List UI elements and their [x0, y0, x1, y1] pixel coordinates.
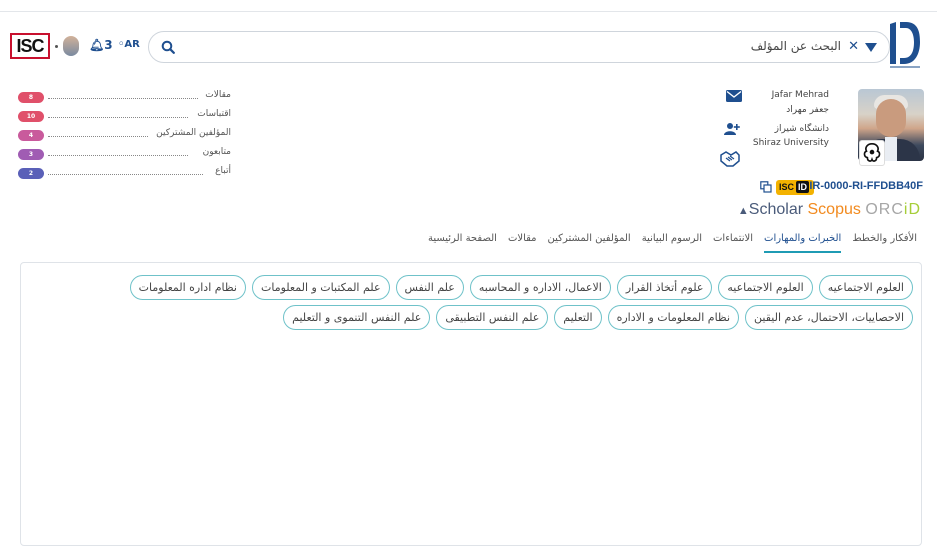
author-search-bar[interactable]: البحث عن المؤلف ✕	[148, 31, 890, 63]
google-scholar-link[interactable]: ▲Scholar	[738, 201, 803, 218]
photo-face	[876, 99, 906, 137]
isc-id-badge: ISC ID	[776, 180, 814, 195]
separator-dot	[55, 45, 58, 48]
stat-followers[interactable]: 3 متابعون	[18, 147, 233, 166]
tab-coauthors[interactable]: المؤلفين المشتركين	[548, 233, 631, 253]
close-icon[interactable]: ✕	[848, 39, 859, 54]
copy-icon[interactable]	[760, 181, 772, 193]
stat-citations[interactable]: 10 اقتباسات	[18, 109, 233, 128]
search-placeholder[interactable]: البحث عن المؤلف	[751, 39, 841, 53]
skill-chip[interactable]: علم النفس التنموى و التعليم	[283, 305, 431, 330]
skill-chip[interactable]: التعليم	[554, 305, 602, 330]
tab-home[interactable]: الصفحة الرئيسية	[428, 233, 497, 253]
stat-count: 10	[18, 111, 44, 122]
profile-tabs: الصفحة الرئيسية مقالات المؤلفين المشتركي…	[428, 233, 917, 253]
stat-label: أتباع	[215, 166, 231, 176]
leader-line	[48, 136, 148, 137]
graduation-cap-icon: ▲	[737, 205, 749, 217]
follow-user-icon[interactable]	[724, 122, 740, 136]
photo-shirt	[885, 137, 897, 161]
leader-line	[48, 174, 203, 175]
skill-chip[interactable]: علم المكتبات و المعلومات	[252, 275, 390, 300]
university-logo	[859, 140, 885, 166]
skill-chip[interactable]: نظام المعلومات و الاداره	[607, 305, 740, 330]
orcid-id-mark: iD	[903, 201, 921, 218]
skills-list: العلوم الاجتماعيه العلوم الاجتماعيه علوم…	[113, 275, 913, 330]
skill-chip[interactable]: علم النفس	[395, 275, 464, 300]
stat-coauthors[interactable]: 4 المؤلفين المشتركين	[18, 128, 233, 147]
tab-ideas[interactable]: الأفكار والخطط	[852, 233, 917, 253]
orcid-link[interactable]: ORCiD	[865, 201, 921, 218]
stat-following[interactable]: 2 أتباع	[18, 166, 233, 185]
isc-id-value[interactable]: IR-0000-RI-FFDBB40F	[809, 180, 923, 192]
filter-dropdown-icon[interactable]	[865, 43, 877, 52]
orcid-label: ORC	[865, 201, 904, 218]
skill-chip[interactable]: العلوم الاجتماعيه	[818, 275, 913, 300]
notification-count: 3	[104, 38, 113, 52]
leader-line	[48, 117, 188, 118]
leader-line	[48, 155, 188, 156]
university-name-fa: دانشگاه شیراز	[774, 124, 829, 134]
stat-label: متابعون	[202, 147, 231, 157]
author-name-en: Jafar Mehrad	[771, 90, 829, 100]
stat-count: 3	[18, 149, 44, 160]
isc-badge-text: ISC	[779, 182, 795, 192]
skill-chip[interactable]: الاعمال، الاداره و المحاسبه	[469, 275, 611, 300]
stat-count: 4	[18, 130, 44, 141]
tab-charts[interactable]: الرسوم البيانية	[642, 233, 702, 253]
scholar-label: Scholar	[748, 201, 804, 218]
user-avatar[interactable]	[63, 36, 79, 56]
university-name-en: Shiraz University	[752, 138, 829, 148]
skills-panel: العلوم الاجتماعيه العلوم الاجتماعيه علوم…	[20, 262, 922, 546]
stat-label: المؤلفين المشتركين	[156, 128, 231, 138]
site-logo[interactable]	[887, 20, 923, 70]
stat-count: 2	[18, 168, 44, 179]
external-profiles: ▲Scholar Scopus ORCiD	[738, 201, 921, 219]
isc-id-row: IR-0000-RI-FFDBB40F	[809, 180, 923, 196]
skill-chip[interactable]: علوم أتخاذ القرار	[616, 275, 713, 300]
skill-chip[interactable]: العلوم الاجتماعيه	[718, 275, 813, 300]
stat-count: 8	[18, 92, 44, 103]
handshake-icon[interactable]	[719, 149, 741, 169]
stat-label: اقتباسات	[197, 109, 231, 119]
isc-badge-id: ID	[796, 181, 810, 193]
scopus-link[interactable]: Scopus	[808, 201, 861, 218]
author-stats: 8 مقالات 10 اقتباسات 4 المؤلفين المشتركي…	[18, 90, 233, 185]
tab-skills[interactable]: الخبرات والمهارات	[764, 233, 842, 253]
language-switch[interactable]: ◦AR	[118, 39, 140, 50]
bell-icon: 🔔︎	[89, 38, 105, 52]
author-name-fa: جعفر مهراد	[786, 105, 829, 115]
email-icon[interactable]	[726, 90, 742, 102]
language-label: AR	[124, 39, 140, 50]
isc-logo[interactable]: ISC	[10, 33, 50, 59]
skill-chip[interactable]: نظام اداره المعلومات	[129, 275, 246, 300]
search-icon[interactable]	[161, 40, 175, 54]
leader-line	[48, 98, 198, 99]
stat-articles[interactable]: 8 مقالات	[18, 90, 233, 109]
tab-articles[interactable]: مقالات	[508, 233, 537, 253]
skill-chip[interactable]: علم النفس التطبيقى	[436, 305, 549, 330]
notifications-button[interactable]: 🔔︎3	[89, 38, 113, 52]
stat-label: مقالات	[205, 90, 231, 100]
top-divider	[0, 11, 937, 12]
skill-chip[interactable]: الاحصاييات، الاحتمال، عدم اليقين	[745, 305, 913, 330]
tab-affiliations[interactable]: الانتماءات	[713, 233, 753, 253]
